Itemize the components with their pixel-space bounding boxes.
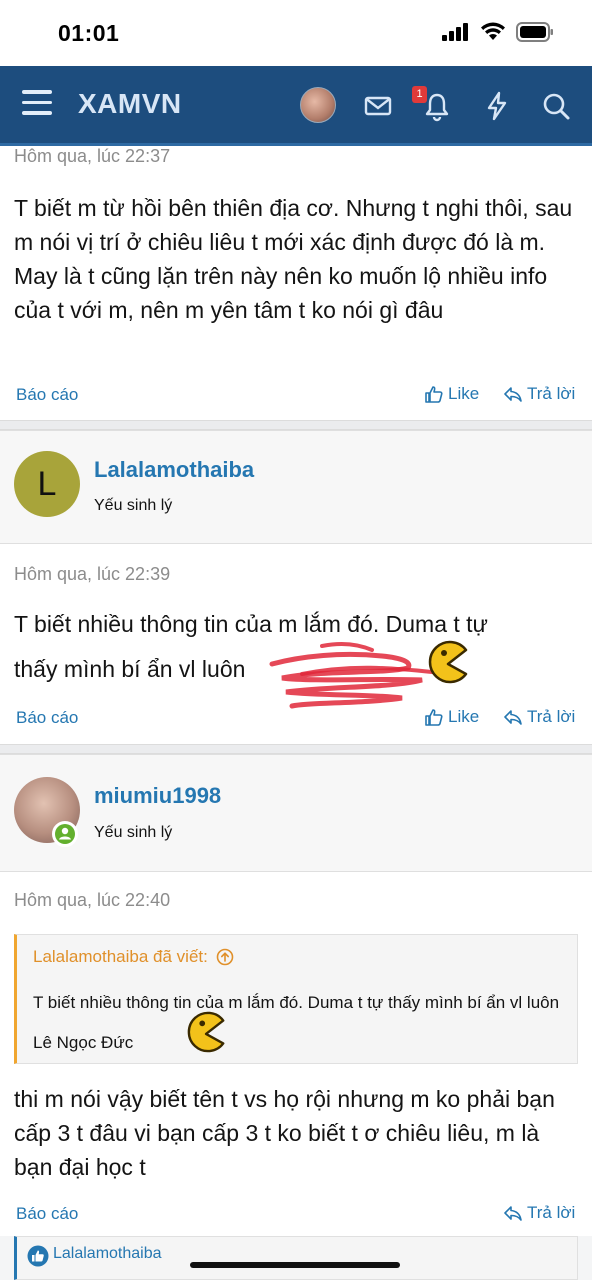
post-3-author: miumiu1998 Yếu sinh lý xyxy=(0,754,592,872)
post-2: Hôm qua, lúc 22:39 T biết nhiều thông ti… xyxy=(0,544,592,744)
reply-label: Trả lời xyxy=(527,384,576,403)
quote-header[interactable]: Lalalamothaiba đã viết: xyxy=(33,947,234,967)
like-reaction-icon xyxy=(27,1245,49,1267)
post-text: T biết m từ hồi bên thiên địa cơ. Nhưng … xyxy=(14,195,573,323)
report-button[interactable]: Báo cáo xyxy=(16,385,78,405)
quote-text: T biết nhiều thông tin của m lắm đó. Dum… xyxy=(33,993,560,1052)
post-2-author: L Lalalamothaiba Yếu sinh lý xyxy=(0,430,592,544)
reply-button[interactable]: Trả lời xyxy=(503,1203,575,1223)
menu-button[interactable] xyxy=(22,90,54,120)
user-avatar[interactable] xyxy=(300,87,336,123)
online-status-icon xyxy=(52,821,78,847)
post-text-line-2: thấy mình bí ẩn vl luôn xyxy=(14,656,246,682)
reply-icon xyxy=(504,1206,522,1221)
report-button[interactable]: Báo cáo xyxy=(16,708,78,728)
status-time: 01:01 xyxy=(58,20,120,46)
reply-icon xyxy=(504,710,522,725)
reply-label: Trả lời xyxy=(527,1203,576,1222)
search-icon[interactable] xyxy=(540,90,572,122)
quote-block: Lalalamothaiba đã viết: T biết nhiều thô… xyxy=(14,934,578,1064)
lightning-icon[interactable] xyxy=(481,90,513,122)
author-avatar[interactable]: L xyxy=(14,451,80,517)
quote-author: Lalalamothaiba đã viết: xyxy=(33,947,208,966)
author-name[interactable]: miumiu1998 xyxy=(94,783,221,809)
red-scribble-redaction xyxy=(269,641,434,709)
status-icons xyxy=(442,22,554,42)
pacman-emoji-icon xyxy=(187,1011,225,1053)
home-indicator[interactable] xyxy=(190,1262,400,1268)
reply-button[interactable]: Trả lời xyxy=(503,707,575,727)
like-button[interactable]: Like xyxy=(424,707,479,727)
app-header: XAMVN 1 xyxy=(0,66,592,146)
arrow-up-circle-icon xyxy=(216,948,234,966)
post-date[interactable]: Hôm qua, lúc 22:39 xyxy=(14,564,170,585)
site-logo[interactable]: XAMVN xyxy=(78,88,182,120)
report-button[interactable]: Báo cáo xyxy=(16,1204,78,1224)
post-date[interactable]: Hôm qua, lúc 22:40 xyxy=(14,890,170,911)
notification-badge: 1 xyxy=(412,86,427,103)
reply-icon xyxy=(504,387,522,402)
post-1: Hôm qua, lúc 22:37 T biết m từ hồi bên t… xyxy=(0,146,592,420)
user-title: Yếu sinh lý xyxy=(94,497,173,514)
post-text: thi m nói vậy biết tên t vs họ rội nhưng… xyxy=(14,1086,555,1180)
cellular-signal-icon xyxy=(442,23,468,41)
post-separator xyxy=(0,744,592,754)
post-3: Hôm qua, lúc 22:40 Lalalamothaiba đã viế… xyxy=(0,872,592,1236)
thumbs-up-icon xyxy=(425,386,443,403)
post-date[interactable]: Hôm qua, lúc 22:37 xyxy=(14,146,170,167)
reply-label: Trả lời xyxy=(527,707,576,726)
reaction-user[interactable]: Lalalamothaiba xyxy=(53,1245,162,1263)
thumbs-up-icon xyxy=(425,709,443,726)
like-label: Like xyxy=(448,384,480,403)
pacman-emoji-icon xyxy=(428,640,468,684)
user-title: Yếu sinh lý xyxy=(94,824,173,841)
battery-icon xyxy=(516,22,553,42)
post-separator xyxy=(0,420,592,430)
reply-button[interactable]: Trả lời xyxy=(503,384,575,404)
thread-content: Hôm qua, lúc 22:37 T biết m từ hồi bên t… xyxy=(0,146,592,1280)
mail-icon[interactable] xyxy=(362,90,394,122)
wifi-icon xyxy=(481,22,505,40)
status-bar: 01:01 xyxy=(0,0,592,66)
like-button[interactable]: Like xyxy=(424,384,479,404)
author-name[interactable]: Lalalamothaiba xyxy=(94,457,254,483)
like-label: Like xyxy=(448,707,480,726)
reaction-bar[interactable]: Lalalamothaiba xyxy=(14,1236,578,1280)
